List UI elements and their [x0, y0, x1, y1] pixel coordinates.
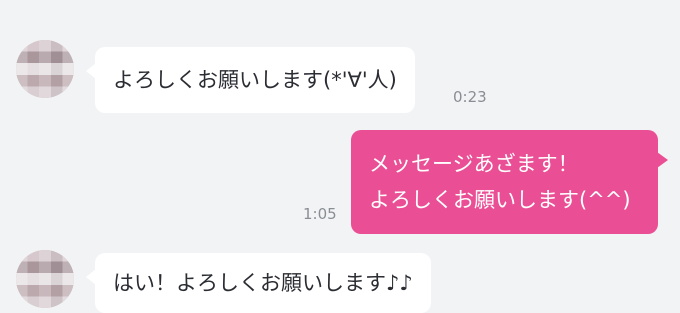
message-text: よろしくお願いします(*'∀'人)	[113, 68, 397, 92]
avatar-image	[16, 40, 74, 98]
chat-thread: よろしくお願いします(*'∀'人) 0:23 1:05 メッセージあざます！ よ…	[0, 0, 680, 313]
message-text-line-1: メッセージあざます！	[369, 152, 579, 176]
contact-avatar[interactable]	[16, 250, 74, 308]
contact-avatar[interactable]	[16, 40, 74, 98]
outgoing-message-bubble[interactable]: メッセージあざます！ よろしくお願いします(^^)	[351, 130, 668, 234]
avatar-image	[16, 250, 74, 308]
message-text: はい！よろしくお願いします♪♪	[113, 271, 413, 295]
message-timestamp: 0:23	[453, 88, 487, 106]
message-timestamp: 1:05	[303, 205, 337, 223]
incoming-message-bubble[interactable]: よろしくお願いします(*'∀'人)	[86, 47, 415, 113]
incoming-message-bubble[interactable]: はい！よろしくお願いします♪♪	[86, 253, 431, 313]
message-text-line-2: よろしくお願いします(^^)	[369, 188, 631, 212]
